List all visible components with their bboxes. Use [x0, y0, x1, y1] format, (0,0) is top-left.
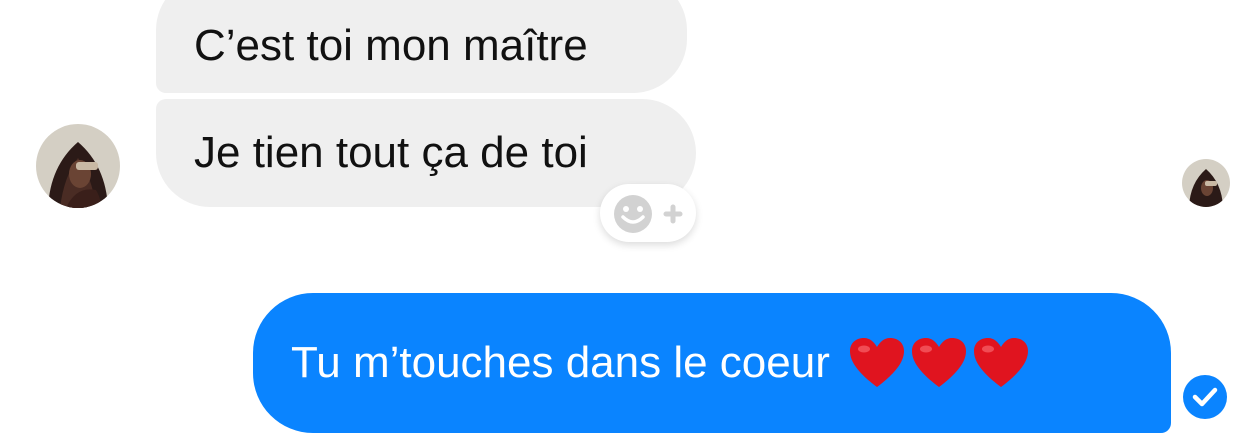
check-circle-icon: [1182, 374, 1228, 420]
incoming-message-bubble[interactable]: C’est toi mon maître: [156, 0, 687, 93]
reaction-button[interactable]: [600, 184, 696, 242]
message-text: Je tien tout ça de toi: [194, 128, 588, 177]
emoji-group: [848, 337, 1030, 389]
avatar-photo: [36, 124, 120, 208]
outgoing-message-bubble[interactable]: Tu m’touches dans le coeur: [253, 293, 1171, 433]
avatar-photo: [1182, 159, 1230, 207]
message-text: C’est toi mon maître: [194, 20, 588, 70]
seen-avatar: [1182, 159, 1230, 207]
heart-icon: [849, 338, 904, 387]
message-text: Tu m’touches dans le coeur: [291, 338, 830, 387]
contact-avatar[interactable]: [36, 124, 120, 208]
heart-icon: [973, 338, 1028, 387]
smiley-plus-icon: [614, 195, 683, 233]
heart-icon: [911, 338, 966, 387]
